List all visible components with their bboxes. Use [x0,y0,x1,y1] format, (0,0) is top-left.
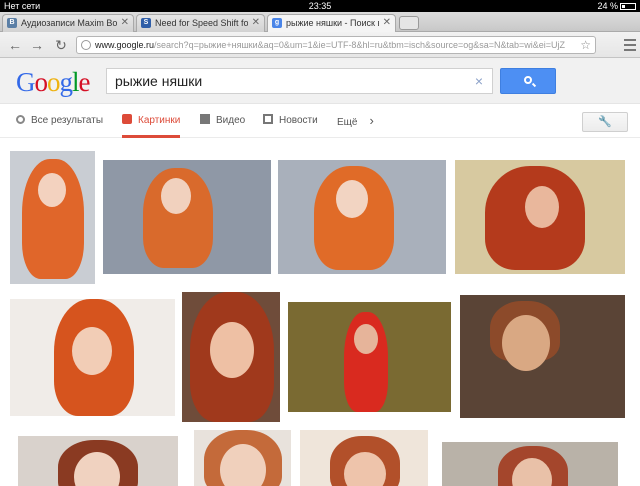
battery-icon [620,3,636,10]
image-result[interactable] [10,151,95,284]
vk-favicon-icon: В [7,18,17,28]
tab-title: Need for Speed Shift for iPa [155,18,248,28]
film-icon [200,114,210,124]
search-tools-button[interactable]: 🔧 [582,112,628,132]
image-result[interactable] [300,430,428,486]
site-favicon-icon: S [141,18,151,28]
forward-arrow-icon[interactable]: → [28,36,46,54]
back-arrow-icon[interactable]: ← [6,36,24,54]
image-result[interactable] [460,295,625,418]
image-result[interactable] [18,436,178,486]
nav-more[interactable]: Ещё › [337,104,374,138]
chevron-right-icon: › [369,113,374,128]
nav-video[interactable]: Видео [200,104,245,138]
close-icon[interactable]: ✕ [121,15,129,31]
image-result[interactable] [442,442,618,486]
close-icon[interactable]: ✕ [252,15,260,31]
bookmark-star-icon[interactable]: ☆ [580,37,591,53]
google-logo[interactable]: Google [16,67,90,98]
search-icon [16,115,25,124]
search-nav: Все результаты Картинки Видео Новости Ещ… [0,104,640,138]
image-result[interactable] [288,302,451,412]
search-button[interactable] [500,68,556,94]
google-header: Google рыжие няшки × [0,58,640,104]
tab-google-search[interactable]: g рыжие няшки - Поиск в G... ✕ [267,14,396,33]
search-icon [524,76,532,84]
image-result[interactable] [194,430,291,486]
tab-bar: В Аудиозаписи Maxim Bogd... ✕ S Need for… [0,12,640,33]
tab-title: рыжие няшки - Поиск в G... [286,18,379,28]
battery-percent: 24 % [597,1,618,11]
battery-indicator: 24 % [597,0,636,12]
menu-icon[interactable] [622,36,638,54]
address-bar[interactable]: www.google.ru/search?q=рыжие+няшки&aq=0&… [76,36,596,54]
camera-icon [122,114,132,124]
nav-all-results[interactable]: Все результаты [16,104,103,138]
image-result[interactable] [182,292,280,422]
new-tab-button[interactable] [399,16,419,30]
nav-news[interactable]: Новости [263,104,318,138]
image-results-grid [0,139,640,486]
nav-images[interactable]: Картинки [122,104,181,138]
wrench-icon: 🔧 [598,116,612,128]
url-text: www.google.ru/search?q=рыжие+няшки&aq=0&… [95,40,566,50]
tab-audio[interactable]: В Аудиозаписи Maxim Bogd... ✕ [2,14,134,32]
browser-toolbar: ← → ↻ www.google.ru/search?q=рыжие+няшки… [0,32,640,58]
page-info-icon [81,40,91,50]
reload-icon[interactable]: ↻ [52,36,70,54]
clock: 23:35 [308,1,332,11]
google-favicon-icon: g [272,18,282,28]
search-input[interactable]: рыжие няшки × [106,68,493,94]
close-icon[interactable]: ✕ [383,15,391,31]
image-result[interactable] [10,299,175,416]
status-bar: Нет сети 23:35 24 % [0,0,640,12]
tab-title: Аудиозаписи Maxim Bogd... [21,18,117,28]
news-icon [263,114,273,124]
search-query: рыжие няшки [115,73,203,89]
image-result[interactable] [278,160,446,274]
image-result[interactable] [455,160,625,274]
image-result[interactable] [103,160,271,274]
tab-nfs[interactable]: S Need for Speed Shift for iPa ✕ [136,14,265,32]
clear-icon[interactable]: × [475,69,483,93]
